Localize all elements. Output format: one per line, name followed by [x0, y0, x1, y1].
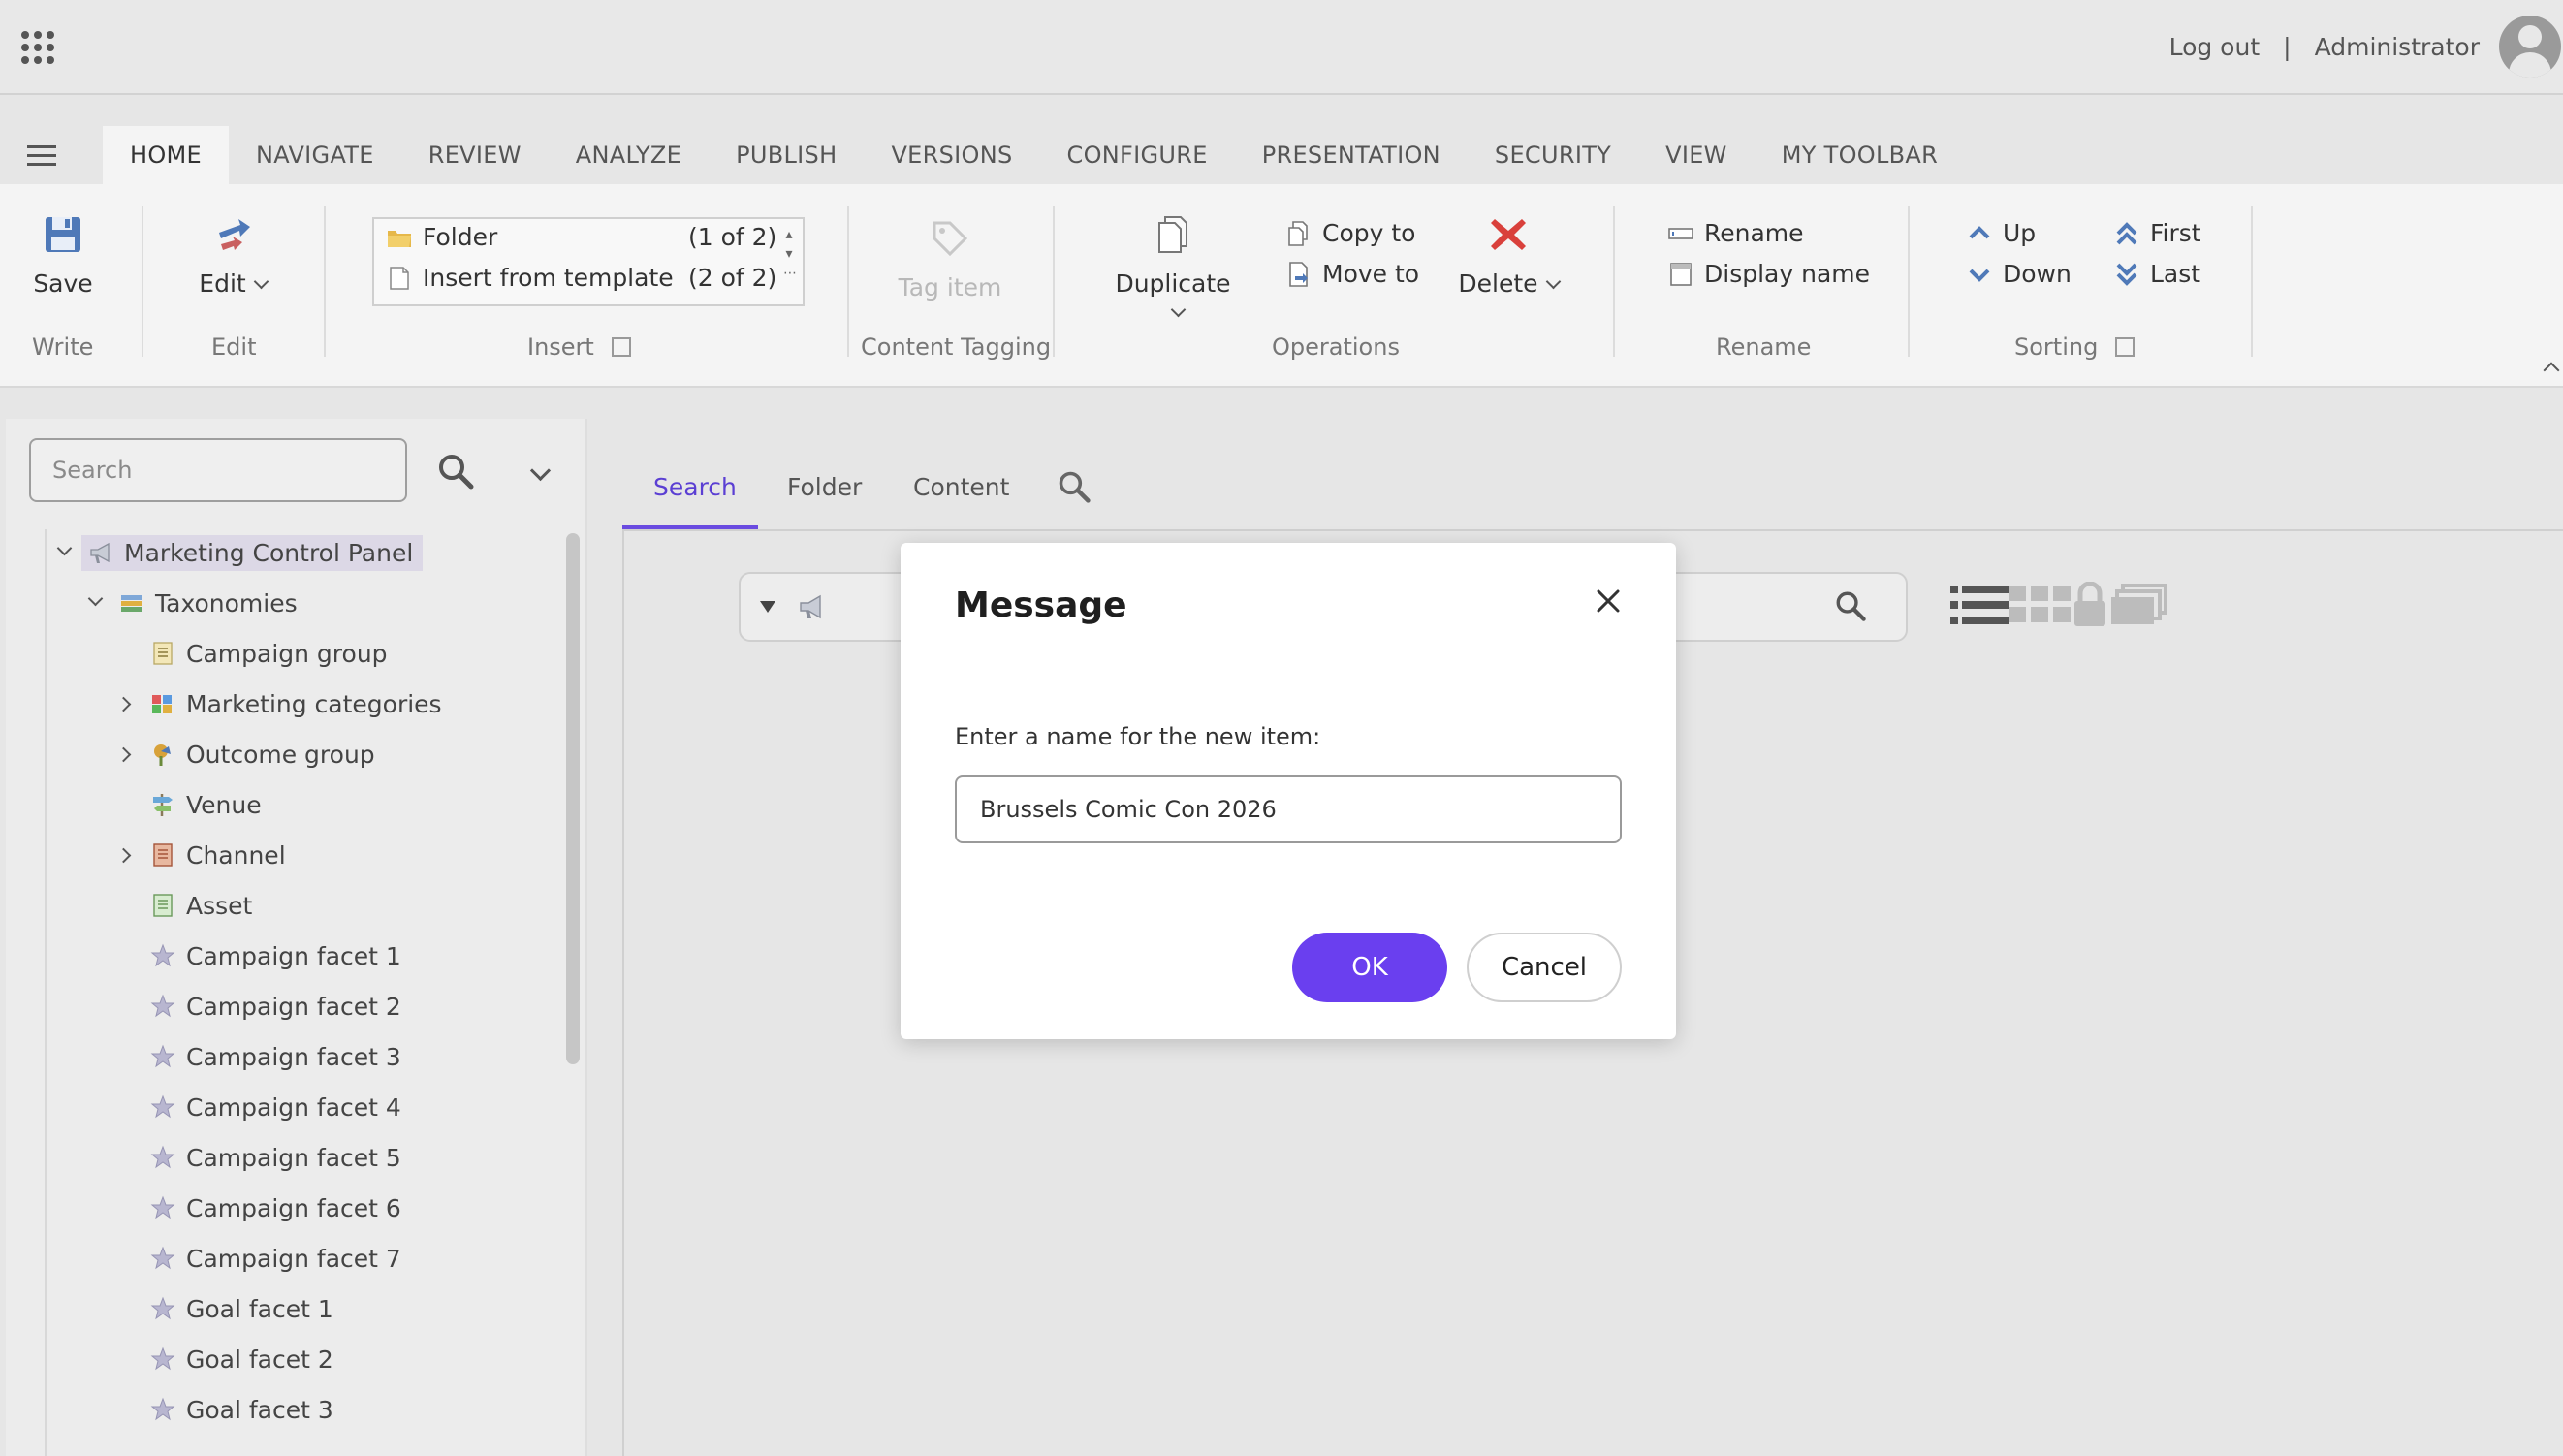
- dialog-title: Message: [955, 586, 1127, 625]
- close-icon[interactable]: [1593, 586, 1624, 617]
- message-dialog: Message Enter a name for the new item: O…: [901, 543, 1676, 1039]
- cancel-button[interactable]: Cancel: [1467, 933, 1622, 1002]
- ok-button[interactable]: OK: [1292, 933, 1447, 1002]
- item-name-input[interactable]: [955, 775, 1622, 843]
- modal-overlay: Message Enter a name for the new item: O…: [0, 0, 2563, 1456]
- dialog-prompt: Enter a name for the new item:: [955, 723, 1321, 750]
